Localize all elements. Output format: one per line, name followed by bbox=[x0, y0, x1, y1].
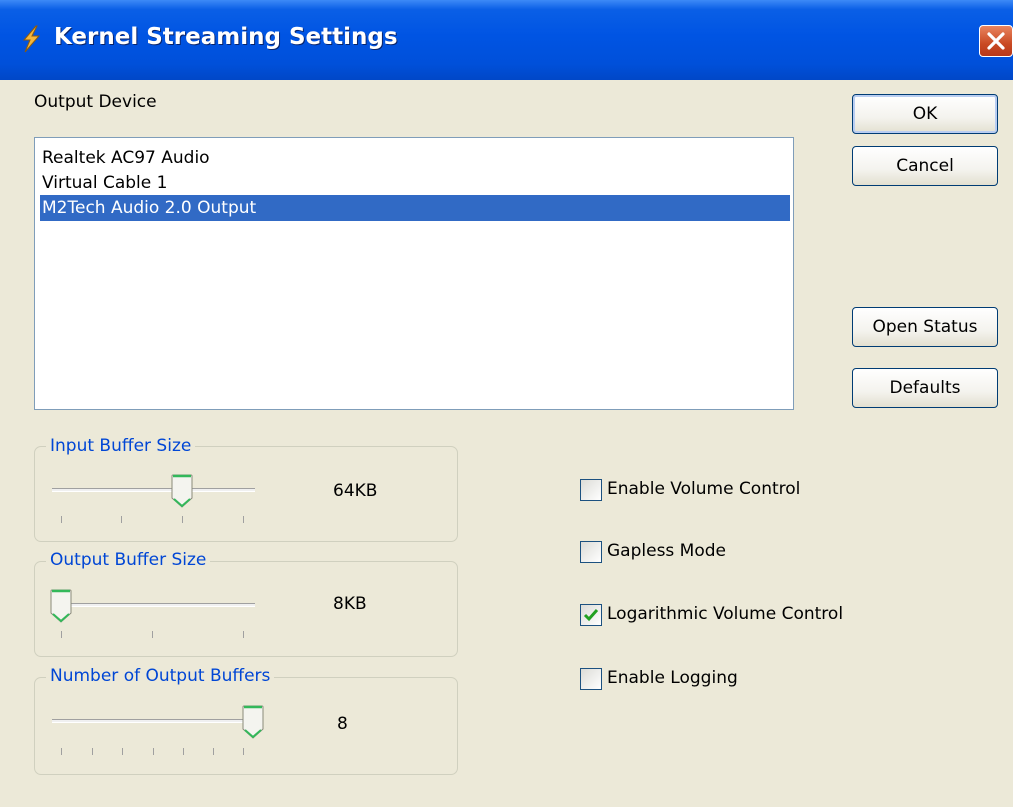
output-device-list[interactable]: Realtek AC97 Audio Virtual Cable 1 M2Tec… bbox=[34, 137, 794, 410]
defaults-button[interactable]: Defaults bbox=[852, 368, 998, 408]
tick bbox=[121, 516, 122, 523]
checkbox-box[interactable] bbox=[580, 541, 602, 563]
tick bbox=[213, 748, 214, 755]
tick bbox=[243, 631, 244, 638]
list-item[interactable]: Realtek AC97 Audio bbox=[40, 145, 790, 171]
output-buffer-value: 8KB bbox=[333, 594, 367, 614]
tick bbox=[152, 631, 153, 638]
output-device-label: Output Device bbox=[34, 92, 157, 112]
tick bbox=[61, 748, 62, 755]
lightning-icon bbox=[22, 25, 41, 53]
input-buffer-title: Input Buffer Size bbox=[46, 436, 196, 456]
list-item-selected[interactable]: M2Tech Audio 2.0 Output bbox=[40, 195, 790, 221]
list-item[interactable]: Virtual Cable 1 bbox=[40, 170, 790, 196]
tick bbox=[153, 748, 154, 755]
title-bar[interactable]: Kernel Streaming Settings bbox=[0, 0, 1013, 80]
checkbox-label: Logarithmic Volume Control bbox=[607, 604, 844, 624]
output-buffer-group bbox=[34, 561, 458, 657]
tick bbox=[61, 516, 62, 523]
ok-button[interactable]: OK bbox=[852, 94, 998, 134]
output-buffer-track bbox=[52, 603, 255, 607]
checkbox-label: Gapless Mode bbox=[607, 541, 726, 561]
num-buffers-title: Number of Output Buffers bbox=[46, 666, 275, 686]
input-buffer-slider-thumb[interactable] bbox=[171, 474, 193, 508]
settings-dialog: Kernel Streaming Settings Output Device … bbox=[0, 0, 1013, 807]
input-buffer-value: 64KB bbox=[333, 481, 378, 501]
checkbox-box[interactable] bbox=[580, 604, 602, 626]
close-icon bbox=[987, 32, 1005, 50]
input-buffer-track bbox=[52, 488, 255, 492]
open-status-button[interactable]: Open Status bbox=[852, 307, 998, 347]
tick bbox=[182, 516, 183, 523]
output-buffer-title: Output Buffer Size bbox=[46, 550, 211, 570]
num-buffers-value: 8 bbox=[337, 714, 348, 734]
input-buffer-group bbox=[34, 446, 458, 542]
tick bbox=[183, 748, 184, 755]
output-buffer-slider-thumb[interactable] bbox=[50, 589, 72, 623]
window-title: Kernel Streaming Settings bbox=[54, 24, 398, 50]
cancel-button[interactable]: Cancel bbox=[852, 146, 998, 186]
num-buffers-track bbox=[52, 719, 255, 723]
checkbox-label: Enable Logging bbox=[607, 668, 738, 688]
checkmark-icon bbox=[583, 609, 599, 622]
num-buffers-slider-thumb[interactable] bbox=[242, 705, 264, 739]
close-button[interactable] bbox=[979, 25, 1013, 57]
tick bbox=[243, 748, 244, 755]
tick bbox=[92, 748, 93, 755]
tick bbox=[243, 516, 244, 523]
checkbox-box[interactable] bbox=[580, 668, 602, 690]
tick bbox=[61, 631, 62, 638]
tick bbox=[122, 748, 123, 755]
checkbox-label: Enable Volume Control bbox=[607, 479, 801, 499]
checkbox-box[interactable] bbox=[580, 479, 602, 501]
